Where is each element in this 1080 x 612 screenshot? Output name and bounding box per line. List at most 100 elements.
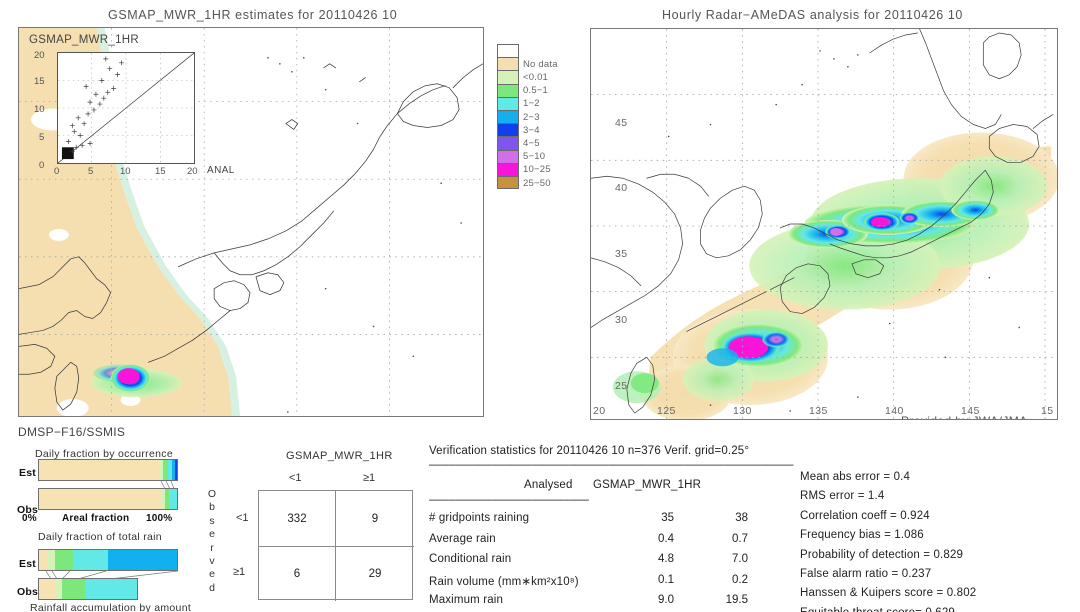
verification-col-analysed: Analysed [524, 479, 573, 491]
colorbar-label-3: 0.5−1 [523, 85, 549, 97]
lat-tick-20: 20 [593, 405, 606, 417]
left-map-corner-label: GSMAP_MWR_1HR [29, 34, 139, 46]
inset-xtick-5: 5 [88, 166, 94, 177]
occurrence-axis-left: 0% [22, 513, 37, 524]
colorbar-label-6: 3−4 [523, 124, 540, 136]
total-rain-est-segment-2 [54, 550, 73, 570]
total-rain-obs-bar[interactable] [38, 578, 138, 600]
contingency-row-head-lt1: <1 [236, 512, 249, 524]
verification-row-model-3: 0.2 [732, 573, 748, 586]
colorbar-swatch-4 [497, 96, 519, 110]
colorbar-label-10: 25−50 [523, 177, 551, 189]
occurrence-obs-segment-3 [169, 489, 177, 509]
total-rain-obs-segment-3 [85, 579, 137, 599]
occurrence-est-bar[interactable] [38, 459, 178, 481]
left-map-panel[interactable]: 0 5 10 15 20 0 5 10 15 20 ANAL GSMAP_MWR… [18, 27, 484, 417]
contingency-title: GSMAP_MWR_1HR [286, 450, 393, 462]
right-map-panel[interactable]: 45 40 35 30 25 20 125 130 135 140 145 15… [590, 28, 1058, 420]
total-rain-est-segment-1 [47, 550, 55, 570]
total-rain-chart-title: Daily fraction of total rain [38, 531, 162, 543]
total-rain-obs-segment-0 [39, 579, 55, 599]
verification-row-model-1: 0.7 [732, 532, 748, 545]
occurrence-connector [160, 481, 175, 489]
colorbar-swatch-5 [497, 110, 519, 124]
colorbar-label-8: 5−10 [523, 151, 546, 163]
skill-score-line-7: Equitable threat score= 0.629 [800, 607, 955, 612]
total-rain-obs-segment-2 [61, 579, 86, 599]
colorbar-swatch-8 [497, 149, 519, 163]
inset-xtick-0: 0 [54, 166, 60, 177]
colorbar-swatch-9 [497, 162, 519, 176]
verification-divider-2: ––––––––––––––––––––––––– [429, 494, 589, 506]
inset-ytick-20: 20 [34, 50, 45, 61]
sensor-label: DMSP−F16/SSMIS [18, 425, 126, 439]
colorbar-label-1: No data [523, 58, 558, 70]
verification-row-analysed-2: 4.8 [658, 553, 674, 565]
verification-row-analysed-1: 0.4 [658, 532, 674, 545]
contingency-row-head-ge1: ≥1 [233, 566, 246, 578]
verification-row-label-4: Maximum rain [429, 594, 504, 606]
colorbar-swatch-10 [497, 176, 519, 190]
lat-tick-35: 35 [615, 248, 628, 260]
screenshot-root: GSMAP_MWR_1HR estimates for 20110426 10 [0, 0, 1080, 612]
total-rain-caption: Rainfall accumulation by amount [30, 602, 192, 612]
verification-row-label-0: # gridpoints raining [429, 512, 530, 524]
lat-tick-30: 30 [615, 314, 628, 326]
verification-row-label-2: Conditional rain [429, 553, 512, 565]
skill-score-line-1: RMS error = 1.4 [800, 490, 885, 503]
colorbar-label-7: 4−5 [523, 137, 540, 149]
total-rain-est-segment-0 [39, 550, 48, 570]
lon-tick-135: 135 [809, 405, 828, 417]
total-rain-obs-label: Obs [17, 586, 39, 598]
verification-header: Verification statistics for 20110426 10 … [429, 445, 750, 457]
total-rain-obs-segment-1 [54, 579, 62, 599]
occurrence-axis-right: 100% [146, 513, 173, 524]
verification-divider-1: ––––––––––––––––––––––––––––––––––––––––… [429, 459, 794, 471]
verification-row-label-3: Rain volume (mm∗km²x10⁸) [429, 575, 579, 588]
contingency-col-head-ge1: ≥1 [363, 472, 376, 484]
verification-row-analysed-3: 0.1 [658, 573, 674, 586]
right-panel-title: Hourly Radar−AMeDAS analysis for 2011042… [662, 8, 963, 22]
lat-tick-45: 45 [615, 117, 628, 129]
inset-x-axis-label: ANAL [207, 165, 235, 176]
occurrence-obs-segment-0 [39, 489, 162, 509]
lat-tick-40: 40 [615, 182, 628, 194]
occurrence-obs-bar[interactable] [38, 488, 178, 510]
scatter-inset[interactable] [57, 52, 195, 164]
colorbar-legend[interactable]: No data <0.01 0.5−1 1−2 2−3 3−4 4−5 5−10 10−25 25… [497, 44, 567, 190]
total-rain-connector [45, 571, 179, 579]
lon-tick-130: 130 [733, 405, 752, 417]
inset-xtick-15: 15 [155, 166, 166, 177]
skill-score-line-0: Mean abs error = 0.4 [800, 471, 911, 483]
inset-xtick-20: 20 [187, 166, 198, 177]
contingency-cell-10: 6 [293, 568, 301, 580]
total-rain-est-segment-3 [72, 550, 108, 570]
total-rain-est-label: Est [19, 558, 36, 570]
left-panel-title: GSMAP_MWR_1HR estimates for 20110426 10 [108, 8, 398, 22]
contingency-col-head-lt1: <1 [289, 472, 302, 484]
inset-ytick-0: 0 [39, 160, 45, 171]
inset-ytick-15: 15 [34, 76, 45, 87]
lat-tick-25: 25 [615, 380, 628, 392]
provider-credit: Provided by JWA/JMA [901, 414, 1028, 419]
contingency-table[interactable]: 332 9 6 29 [258, 490, 414, 601]
skill-score-line-4: Probability of detection = 0.829 [800, 548, 964, 561]
colorbar-label-9: 10−25 [523, 164, 551, 176]
inset-xtick-10: 10 [120, 166, 131, 177]
verification-row-label-1: Average rain [429, 532, 496, 545]
verification-row-model-2: 7.0 [732, 553, 748, 565]
verification-row-analysed-4: 9.0 [658, 594, 674, 606]
skill-score-line-6: Hanssen & Kuipers score = 0.802 [800, 587, 977, 600]
colorbar-swatch-7 [497, 136, 519, 150]
total-rain-est-bar[interactable] [38, 549, 178, 571]
colorbar-label-5: 2−3 [523, 111, 540, 123]
occurrence-axis-center: Areal fraction [62, 513, 130, 524]
skill-score-line-3: Frequency bias = 1.086 [800, 529, 924, 542]
colorbar-swatch-0 [497, 44, 519, 58]
lon-tick-150: 15 [1041, 405, 1054, 417]
inset-ytick-10: 10 [34, 104, 45, 115]
contingency-cell-11: 29 [368, 568, 382, 580]
colorbar-swatch-6 [497, 123, 519, 137]
skill-score-line-2: Correlation coeff = 0.924 [800, 509, 930, 522]
total-rain-est-segment-4 [107, 550, 177, 570]
